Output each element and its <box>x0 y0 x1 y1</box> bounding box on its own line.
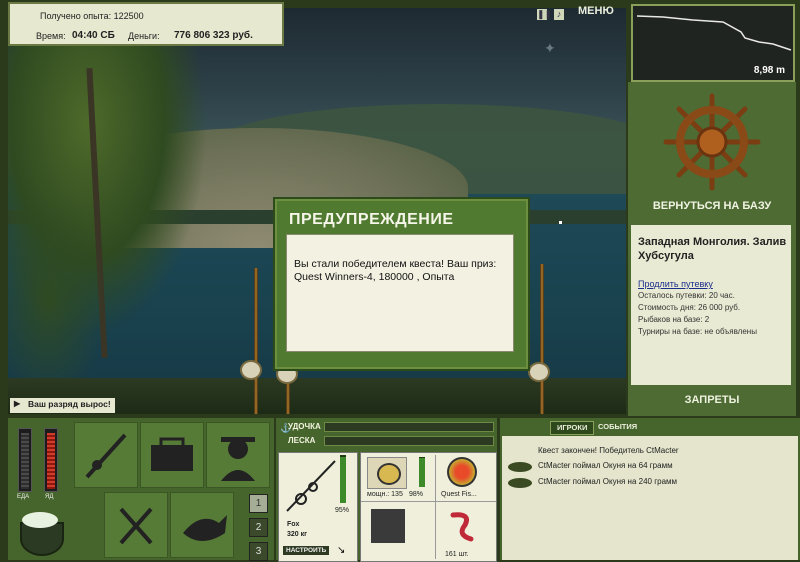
tackle-slots: мощн.: 135 98% Quest Fis... 161 шт. <box>360 452 497 562</box>
rod-tension-meter <box>324 422 494 432</box>
tab-players[interactable]: ИГРОКИ <box>550 421 595 435</box>
chat-message: Квест закончен! Победитель CtMacter <box>538 446 679 455</box>
rod-icon <box>85 433 127 479</box>
rod-tension-label: УДОЧКА <box>288 422 321 431</box>
sound-icon[interactable]: ♪ <box>554 9 564 20</box>
rod-slot[interactable]: 95% Fox 320 кг НАСТРОИТЬ ↘ <box>278 452 358 562</box>
fish-icon <box>183 515 227 541</box>
depth-graph: 8,98 m <box>631 4 795 82</box>
line-tension-meter <box>324 436 494 446</box>
tackle-panel: ⚓ УДОЧКА ЛЕСКА 95% Fox 320 кг НАСТРОИТЬ … <box>276 418 497 562</box>
reel-icon <box>528 362 550 382</box>
extend-permit-link[interactable]: Продлить путевку <box>638 279 713 289</box>
tackle-box-button[interactable] <box>140 422 204 488</box>
line-name: Quest Fis... <box>441 491 477 498</box>
depth-value: 8,98 m <box>753 65 785 76</box>
chat-message: CtMacter поймал Окуня на 64 грамм <box>538 461 673 470</box>
bait-slot[interactable] <box>447 509 477 543</box>
chat-panel: ИГРОКИ СОБЫТИЯ Квест закончен! Победител… <box>500 418 800 560</box>
ship-wheel-icon[interactable] <box>662 92 762 192</box>
food-bar <box>18 428 32 492</box>
dialog-message: Вы стали победителем квеста! Ваш приз: Q… <box>294 258 497 283</box>
worm-icon <box>450 512 474 542</box>
permit-remaining: Осталось путевки: 20 час. <box>638 291 735 300</box>
rod-wear-bar <box>340 455 346 503</box>
rod-reel-icon <box>286 460 336 512</box>
line-spool-slot[interactable] <box>447 457 477 487</box>
rank-up-notification[interactable]: ▶ Ваш разряд вырос! <box>10 398 115 413</box>
line-tension-label: ЛЕСКА <box>288 436 316 445</box>
rod-name: Fox <box>287 521 300 528</box>
inventory-panel: ЕДА ЯД 1 2 3 <box>8 418 274 561</box>
location-name: Западная Монголия. Залив Хубсугула <box>638 236 787 262</box>
divider <box>361 501 496 502</box>
poison-bar <box>44 428 58 492</box>
arrow-icon: ▶ <box>14 399 21 408</box>
right-panel: ВЕРНУТЬСЯ НА БАЗУ Западная Монголия. Зал… <box>628 82 796 416</box>
reel-slot[interactable] <box>367 457 407 489</box>
pause-icon[interactable]: ❚❚ <box>537 9 552 20</box>
slot-1-button[interactable]: 1 <box>249 494 268 513</box>
fish-catch-button[interactable] <box>170 492 234 558</box>
food-button[interactable] <box>104 492 168 558</box>
fish-icon <box>508 478 532 488</box>
money-value: 776 806 323 руб. <box>174 30 253 41</box>
time-value: 04:40 СБ <box>72 30 115 41</box>
food-label: ЕДА <box>17 494 30 500</box>
fork-knife-icon <box>119 507 153 545</box>
time-label: Время: <box>36 31 66 41</box>
divider <box>435 455 436 559</box>
anglers-count: Рыбаков на базе: 2 <box>638 315 710 324</box>
poison-label: ЯД <box>45 494 54 500</box>
reel-percent: 98% <box>409 491 424 498</box>
rod-percent: 95% <box>335 507 350 514</box>
bait-count: 161 шт. <box>445 551 469 558</box>
hook-slot[interactable] <box>371 509 405 543</box>
bobber <box>559 221 562 224</box>
notification-text: Ваш разряд вырос! <box>28 399 111 409</box>
experience-label: Получено опыта: 122500 <box>40 11 144 21</box>
arrow-icon: ↘ <box>337 545 346 556</box>
chat-message: CtMacter поймал Окуня на 240 грамм <box>538 477 678 486</box>
event-log: Квест закончен! Победитель CtMacter CtMa… <box>502 436 798 560</box>
bush <box>8 188 108 408</box>
return-to-base-button[interactable]: ВЕРНУТЬСЯ НА БАЗУ <box>628 200 796 212</box>
tournaments-info: Турниры на базе: не объявлены <box>638 327 757 336</box>
reel-power: мощн.: 135 <box>367 491 403 498</box>
reel-icon <box>240 360 262 380</box>
fishing-rod-1[interactable] <box>254 268 258 414</box>
menu-button[interactable]: МЕНЮ <box>578 5 614 17</box>
cauldron-icon[interactable] <box>12 508 68 558</box>
tab-events[interactable]: СОБЫТИЯ <box>592 421 643 433</box>
money-label: Деньги: <box>128 31 160 41</box>
butterfly-icon: ✦ <box>544 40 556 56</box>
bans-button[interactable]: ЗАПРЕТЫ <box>628 394 796 406</box>
fishing-rod-3[interactable] <box>540 264 544 414</box>
reel-wear-bar <box>419 457 425 487</box>
location-info: Западная Монголия. Залив Хубсугула Продл… <box>631 225 791 385</box>
dialog-title: ПРЕДУПРЕЖДЕНИЕ <box>289 211 454 228</box>
fisherman-icon <box>221 437 255 481</box>
slot-3-button[interactable]: 3 <box>249 542 268 561</box>
warning-dialog[interactable]: ПРЕДУПРЕЖДЕНИЕ Вы стали победителем квес… <box>273 197 530 371</box>
rods-button[interactable] <box>74 422 138 488</box>
fish-icon <box>508 462 532 472</box>
configure-button[interactable]: НАСТРОИТЬ <box>283 546 330 555</box>
day-cost: Стоимость дня: 26 000 руб. <box>638 303 741 312</box>
rod-weight: 320 кг <box>287 531 308 538</box>
player-info-panel: Получено опыта: 122500 Время: 04:40 СБ Д… <box>8 2 284 46</box>
tackle-box-icon <box>151 437 193 471</box>
dialog-body: Вы стали победителем квеста! Ваш приз: Q… <box>286 234 514 352</box>
character-button[interactable] <box>206 422 270 488</box>
slot-2-button[interactable]: 2 <box>249 518 268 537</box>
